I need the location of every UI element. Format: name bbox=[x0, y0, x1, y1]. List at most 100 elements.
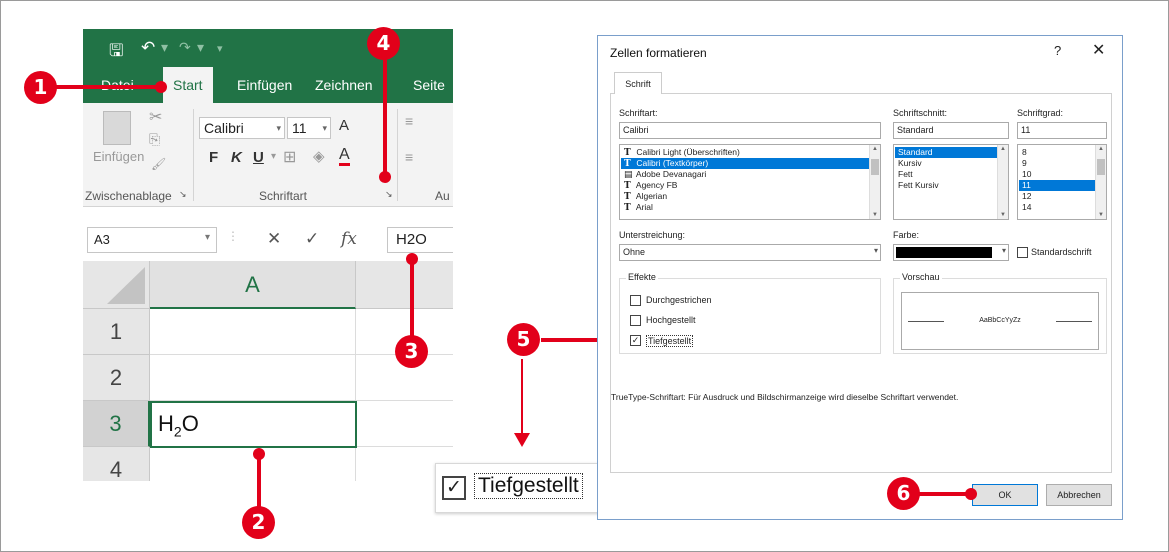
color-select[interactable]: ▾ bbox=[893, 244, 1009, 261]
list-item[interactable]: T Algerian bbox=[621, 191, 869, 202]
fill-color-icon[interactable]: ◈ bbox=[313, 147, 325, 165]
list-item[interactable]: T Agency FB bbox=[621, 180, 869, 191]
style-list-scrollbar[interactable]: ▲ ▼ bbox=[997, 145, 1008, 219]
italic-button[interactable]: K bbox=[231, 149, 242, 166]
formula-input[interactable]: H2O bbox=[387, 227, 453, 253]
cell-a2[interactable] bbox=[150, 355, 356, 401]
list-item[interactable]: 12 bbox=[1019, 191, 1095, 202]
underline-select[interactable]: Ohne ▾ bbox=[619, 244, 881, 261]
size-list[interactable]: 8 9 10 11 12 14 ▲ ▼ bbox=[1017, 144, 1107, 220]
list-item[interactable]: T Arial bbox=[621, 202, 869, 213]
cancel-button[interactable]: Abbrechen bbox=[1046, 484, 1112, 506]
grow-font-button[interactable]: A bbox=[339, 117, 349, 134]
list-item[interactable]: 11 bbox=[1019, 180, 1095, 191]
undo-icon[interactable]: ↶ bbox=[141, 38, 155, 58]
list-item[interactable]: 10 bbox=[1019, 169, 1095, 180]
font-color-button[interactable]: A bbox=[339, 147, 350, 166]
column-header-b[interactable] bbox=[356, 261, 453, 309]
name-box[interactable]: A3 ▾ bbox=[87, 227, 217, 253]
copy-icon[interactable]: ⎘ bbox=[149, 131, 160, 148]
help-button[interactable]: ? bbox=[1054, 43, 1061, 58]
cell-b3[interactable] bbox=[356, 401, 453, 447]
font-size-combo[interactable]: 11 ▾ bbox=[287, 117, 331, 139]
callout-badge-2: 2 bbox=[242, 506, 275, 539]
select-all-corner[interactable] bbox=[83, 261, 150, 309]
align-left-icon[interactable]: ≡ bbox=[405, 149, 413, 165]
align-top-icon[interactable]: ≡ bbox=[405, 113, 413, 129]
ribbon-separator bbox=[193, 109, 194, 201]
list-item[interactable]: Fett bbox=[895, 169, 997, 180]
font-tab-panel: Schriftart: Calibri T Calibri Light (Übe… bbox=[610, 93, 1112, 473]
customize-quick-access-icon[interactable]: ▾ bbox=[217, 42, 223, 55]
tab-zeichnen[interactable]: Zeichnen bbox=[305, 67, 383, 103]
list-item[interactable]: Standard bbox=[895, 147, 997, 158]
tab-seitenlayout[interactable]: Seite bbox=[403, 67, 453, 103]
chevron-down-icon: ▾ bbox=[873, 246, 878, 255]
superscript-checkbox[interactable] bbox=[630, 315, 641, 326]
standard-font-checkbox[interactable] bbox=[1017, 247, 1028, 258]
function-icon[interactable]: fx bbox=[341, 229, 357, 249]
scroll-down-icon[interactable]: ▼ bbox=[1096, 212, 1106, 218]
subscript-checkbox[interactable]: ✓ bbox=[630, 335, 641, 346]
cell-a3[interactable]: H2O bbox=[150, 401, 357, 448]
cut-icon[interactable]: ✂ bbox=[149, 107, 162, 127]
font-list[interactable]: T Calibri Light (Überschriften) T Calibr… bbox=[619, 144, 881, 220]
underline-button[interactable]: U bbox=[253, 149, 264, 166]
row-header-2[interactable]: 2 bbox=[83, 355, 150, 401]
size-input[interactable]: 11 bbox=[1017, 122, 1107, 139]
color-swatch bbox=[896, 247, 992, 258]
row-header-1[interactable]: 1 bbox=[83, 309, 150, 355]
row-header-3[interactable]: 3 bbox=[83, 401, 150, 447]
list-item[interactable]: T Calibri (Textkörper) bbox=[621, 158, 869, 169]
cell-a1[interactable] bbox=[150, 309, 356, 355]
border-icon[interactable]: ⊞ bbox=[283, 147, 296, 167]
scroll-up-icon[interactable]: ▲ bbox=[998, 146, 1008, 152]
underline-value: Ohne bbox=[623, 247, 646, 257]
confirm-icon[interactable]: ✓ bbox=[305, 229, 319, 249]
list-item[interactable]: ▤ Adobe Devanagari bbox=[621, 169, 869, 180]
underline-dropdown-icon[interactable]: ▾ bbox=[271, 151, 276, 162]
scroll-up-icon[interactable]: ▲ bbox=[870, 146, 880, 152]
redo-icon[interactable]: ↷ bbox=[179, 40, 191, 56]
ok-button[interactable]: OK bbox=[972, 484, 1038, 506]
cancel-icon[interactable]: ✕ bbox=[267, 229, 281, 249]
row-header-4[interactable]: 4 bbox=[83, 447, 150, 481]
undo-dropdown-icon[interactable]: ▾ bbox=[161, 40, 168, 56]
effects-label: Effekte bbox=[626, 272, 658, 282]
list-item[interactable]: Kursiv bbox=[895, 158, 997, 169]
save-icon[interactable]: 🖫 bbox=[109, 38, 123, 67]
list-item[interactable]: T Calibri Light (Überschriften) bbox=[621, 147, 869, 158]
redo-dropdown-icon[interactable]: ▾ bbox=[197, 40, 204, 56]
list-item[interactable]: Fett Kursiv bbox=[895, 180, 997, 191]
tab-start[interactable]: Start bbox=[163, 67, 213, 103]
scroll-thumb[interactable] bbox=[1097, 159, 1105, 175]
clipboard-launcher-icon[interactable]: ↘ bbox=[179, 189, 187, 200]
tab-einfuegen[interactable]: Einfügen bbox=[227, 67, 302, 103]
style-input[interactable]: Standard bbox=[893, 122, 1009, 139]
tab-schrift[interactable]: Schrift bbox=[614, 72, 662, 94]
close-button[interactable]: ✕ bbox=[1092, 40, 1105, 60]
column-header-a[interactable]: A bbox=[150, 261, 356, 309]
standard-font-label: Standardschrift bbox=[1031, 247, 1092, 257]
checkbox-checked-icon: ✓ bbox=[442, 476, 466, 500]
font-dialog-launcher-icon[interactable]: ↘ bbox=[385, 189, 393, 200]
list-item[interactable]: 9 bbox=[1019, 158, 1095, 169]
font-input[interactable]: Calibri bbox=[619, 122, 881, 139]
font-list-scrollbar[interactable]: ▲ ▼ bbox=[869, 145, 880, 219]
scroll-down-icon[interactable]: ▼ bbox=[870, 212, 880, 218]
strikethrough-checkbox[interactable] bbox=[630, 295, 641, 306]
scroll-down-icon[interactable]: ▼ bbox=[998, 212, 1008, 218]
format-painter-icon[interactable]: 🖌 bbox=[151, 157, 166, 171]
paste-icon[interactable] bbox=[103, 111, 131, 145]
preview-box: AaBbCcYyZz bbox=[901, 292, 1099, 350]
scroll-up-icon[interactable]: ▲ bbox=[1096, 146, 1106, 152]
bold-button[interactable]: F bbox=[209, 149, 218, 166]
size-list-scrollbar[interactable]: ▲ ▼ bbox=[1095, 145, 1106, 219]
list-item[interactable]: 14 bbox=[1019, 202, 1095, 213]
font-name-combo[interactable]: Calibri ▾ bbox=[199, 117, 285, 139]
size-label: Schriftgrad: bbox=[1017, 108, 1064, 118]
paste-button[interactable]: Einfügen bbox=[93, 149, 144, 164]
scroll-thumb[interactable] bbox=[871, 159, 879, 175]
style-list[interactable]: Standard Kursiv Fett Fett Kursiv ▲ ▼ bbox=[893, 144, 1009, 220]
list-item[interactable]: 8 bbox=[1019, 147, 1095, 158]
